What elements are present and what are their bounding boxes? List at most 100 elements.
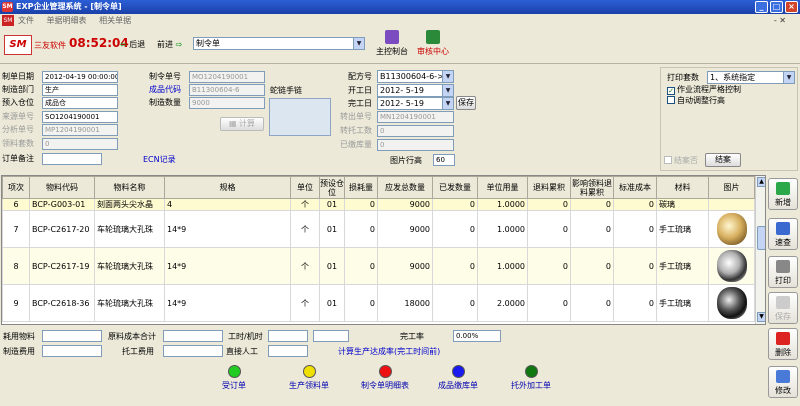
scroll-up-icon[interactable]: ▲ (757, 177, 765, 187)
audit-center-button[interactable]: 审核中心 (414, 30, 452, 57)
cell-spec[interactable]: 14*9 (164, 247, 291, 285)
app-menu-icon[interactable]: SM (2, 15, 14, 26)
cell-store[interactable]: 01 (319, 198, 345, 211)
scroll-thumb[interactable] (757, 226, 765, 250)
machine-hours-field[interactable] (313, 330, 349, 342)
cell-need[interactable]: 9000 (377, 247, 433, 285)
cell-impact[interactable]: 0 (570, 247, 614, 285)
menu-doc-detail[interactable]: 单据明细表 (47, 16, 87, 25)
minimize-button[interactable]: _ (755, 1, 768, 13)
cell-code[interactable]: BCP-G003-01 (29, 198, 95, 211)
cell-usage[interactable]: 2.0000 (477, 284, 528, 322)
pic-row-height-field[interactable]: 60 (433, 154, 455, 166)
cell-need[interactable]: 18000 (377, 284, 433, 322)
cell-material[interactable]: 手工琉璃 (656, 210, 709, 248)
make-dept-field[interactable]: 生产 (42, 84, 118, 96)
maximize-button[interactable]: □ (770, 1, 783, 13)
cell-returned[interactable]: 0 (527, 284, 571, 322)
cell-usage[interactable]: 1.0000 (477, 198, 528, 211)
table-row[interactable]: 6 BCP-G003-01 刻面两头尖水晶 4 个 01 0 9000 0 1.… (2, 198, 755, 211)
col-header[interactable]: 标准成本 (613, 176, 657, 199)
cell-material[interactable]: 手工琉璃 (656, 247, 709, 285)
cell-picture[interactable] (708, 284, 755, 322)
col-header[interactable]: 规格 (164, 176, 291, 199)
cell-returned[interactable]: 0 (527, 210, 571, 248)
cell-picture[interactable] (708, 198, 755, 211)
forward-button[interactable]: 前进 ⇨ (157, 39, 182, 50)
cell-picture[interactable] (708, 210, 755, 248)
cell-unit[interactable]: 个 (290, 284, 320, 322)
raw-total-field[interactable] (163, 330, 223, 342)
cell-loss[interactable]: 0 (344, 198, 378, 211)
col-header[interactable]: 预设仓位 (319, 176, 345, 199)
make-date-field[interactable]: 2012-04-19 00:00:00 (42, 71, 118, 83)
cell-store[interactable]: 01 (319, 247, 345, 285)
cell-no[interactable]: 9 (2, 284, 30, 322)
cell-returned[interactable]: 0 (527, 198, 571, 211)
col-header[interactable]: 已发数量 (432, 176, 478, 199)
cell-name[interactable]: 车轮琉璃大孔珠 (94, 210, 165, 248)
cell-usage[interactable]: 1.0000 (477, 247, 528, 285)
calc-button[interactable]: ▦ 计算 (220, 117, 264, 131)
print-button[interactable]: 打印 (768, 256, 798, 288)
cell-material[interactable]: 碳璃 (656, 198, 709, 211)
cell-impact[interactable]: 0 (570, 210, 614, 248)
cell-issued[interactable]: 0 (432, 210, 478, 248)
control-console-button[interactable]: 主控制台 (373, 30, 411, 57)
mdi-controls[interactable]: - ✕ (774, 14, 786, 27)
material-cost-field[interactable] (42, 330, 102, 342)
cell-cost[interactable]: 0 (613, 247, 657, 285)
cell-loss[interactable]: 0 (344, 247, 378, 285)
cell-loss[interactable]: 0 (344, 210, 378, 248)
scroll-down-icon[interactable]: ▼ (757, 312, 765, 322)
cell-material[interactable]: 手工琉璃 (656, 284, 709, 322)
col-header[interactable]: 物料名称 (94, 176, 165, 199)
save-date-button[interactable]: 保存 (456, 96, 476, 110)
flow-outsource-link[interactable]: 托外加工单 (500, 365, 562, 391)
cell-need[interactable]: 9000 (377, 198, 433, 211)
col-header[interactable]: 物料代码 (29, 176, 95, 199)
col-header[interactable]: 图片 (708, 176, 755, 199)
col-header[interactable]: 应发总数量 (377, 176, 433, 199)
cell-store[interactable]: 01 (319, 210, 345, 248)
flow-order-link[interactable]: 受订单 (212, 365, 256, 391)
cell-impact[interactable]: 0 (570, 284, 614, 322)
cell-spec[interactable]: 4 (164, 198, 291, 211)
cell-need[interactable]: 9000 (377, 210, 433, 248)
cell-issued[interactable]: 0 (432, 247, 478, 285)
cell-issued[interactable]: 0 (432, 198, 478, 211)
product-code-label[interactable]: 成品代码 (149, 84, 181, 95)
cell-impact[interactable]: 0 (570, 198, 614, 211)
cell-cost[interactable]: 0 (613, 210, 657, 248)
flow-stock-link[interactable]: 成品缴库单 (425, 365, 491, 391)
table-scrollbar[interactable]: ▲ ▼ (755, 176, 765, 324)
order-note-field[interactable] (42, 153, 102, 165)
col-header[interactable]: 退料累积 (527, 176, 571, 199)
cell-name[interactable]: 车轮琉璃大孔珠 (94, 247, 165, 285)
pre-store-field[interactable]: 成品仓 (42, 97, 118, 109)
source-no-field[interactable]: SO1204190001 (42, 111, 118, 123)
strict-flow-checkbox[interactable]: ✓ 作业流程严格控制 (667, 85, 741, 95)
col-header[interactable]: 单位 (290, 176, 320, 199)
table-row[interactable]: 8 BCP-C2617-19 车轮琉璃大孔珠 14*9 个 01 0 9000 … (2, 247, 755, 285)
table-row[interactable]: 9 BCP-C2618-36 车轮琉璃大孔珠 14*9 个 01 0 18000… (2, 284, 755, 322)
direct-labor-field[interactable] (268, 345, 308, 357)
outsource-cost-field[interactable] (163, 345, 223, 357)
cell-spec[interactable]: 14*9 (164, 284, 291, 322)
cell-no[interactable]: 8 (2, 247, 30, 285)
close-case-button[interactable]: 结案 (705, 153, 741, 167)
cell-unit[interactable]: 个 (290, 247, 320, 285)
cell-cost[interactable]: 0 (613, 198, 657, 211)
cell-no[interactable]: 7 (2, 210, 30, 248)
col-header[interactable]: 影响领料退料累积 (570, 176, 614, 199)
add-button[interactable]: 新增 (768, 178, 798, 210)
cell-unit[interactable]: 个 (290, 198, 320, 211)
col-header[interactable]: 损耗量 (344, 176, 378, 199)
cell-loss[interactable]: 0 (344, 284, 378, 322)
cell-spec[interactable]: 14*9 (164, 210, 291, 248)
start-date-picker[interactable]: 2012- 5-19 ▼ (377, 84, 454, 97)
cell-returned[interactable]: 0 (527, 247, 571, 285)
cell-picture[interactable] (708, 247, 755, 285)
cell-no[interactable]: 6 (2, 198, 30, 211)
closed-checkbox[interactable]: 结案否 (664, 156, 698, 166)
